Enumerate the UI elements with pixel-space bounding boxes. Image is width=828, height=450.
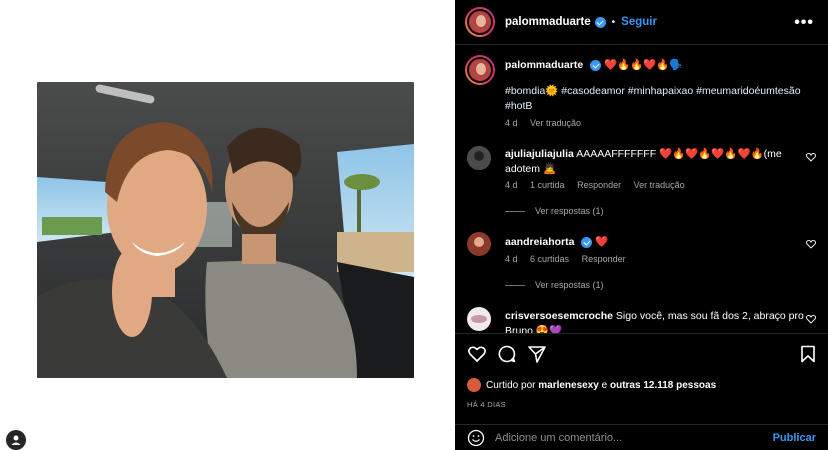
comment-body: Sigo você, mas sou fã dos 2, abraço pro xyxy=(615,310,804,322)
view-replies-link[interactable]: Ver respostas (1) xyxy=(505,206,604,216)
comment-likes[interactable]: 6 curtidas xyxy=(530,254,569,264)
caption-time: 4 d xyxy=(505,118,518,128)
comment-translate-link[interactable]: Ver tradução xyxy=(634,180,685,190)
comment-body: ❤️ xyxy=(595,236,609,248)
liked-by-avatar[interactable] xyxy=(467,378,481,392)
liked-user-link[interactable]: marlenesexy xyxy=(538,380,599,391)
post-header: palommaduarte • Seguir ••• xyxy=(455,0,828,45)
save-bookmark-icon[interactable] xyxy=(798,344,818,364)
verified-badge-icon xyxy=(594,16,606,28)
verified-badge-icon xyxy=(581,236,593,248)
caption-translate-link[interactable]: Ver tradução xyxy=(530,118,581,128)
comment-time: 4 d xyxy=(505,254,518,264)
view-replies-link[interactable]: Ver respostas (1) xyxy=(505,280,604,290)
share-send-icon[interactable] xyxy=(527,344,547,364)
comment-avatar[interactable] xyxy=(467,307,491,331)
liked-others-link[interactable]: outras 12.118 pessoas xyxy=(610,380,716,391)
comments-section[interactable]: palommaduarte ❤️🔥🔥❤️🔥🗣️ #bomdia🌞 #casode… xyxy=(455,46,828,333)
follow-button[interactable]: Seguir xyxy=(621,16,657,28)
comment-author[interactable]: aandreiahorta xyxy=(505,236,574,248)
header-separator: • xyxy=(611,16,616,28)
comment-text: crisversoesemcroche Sigo você, mas sou f… xyxy=(505,309,810,333)
caption-hashtags-line1[interactable]: #bomdia🌞 #casodeamor #minhapaixao #meuma… xyxy=(505,84,810,99)
comment-avatar[interactable] xyxy=(467,232,491,256)
comment-text: ajuliajuliajulia AAAAAFFFFFFF ❤️🔥❤️🔥❤️🔥❤… xyxy=(505,147,810,177)
add-comment-bar: Adicione um comentário... Publicar xyxy=(455,424,828,450)
user-profile-icon[interactable] xyxy=(6,430,26,450)
like-heart-icon[interactable] xyxy=(467,344,487,364)
post-photo[interactable] xyxy=(37,82,414,378)
comment-text: aandreiahorta ❤️ xyxy=(505,235,810,250)
liked-by: Curtido por marlenesexy e outras 12.118 … xyxy=(467,378,716,392)
comment-time: 4 d xyxy=(505,180,518,190)
comment-body-line2: Bruno 😍💜 xyxy=(505,325,563,333)
caption-meta: 4 d Ver tradução xyxy=(505,118,591,128)
liked-prefix: Curtido por xyxy=(486,379,536,391)
post-photo-illustration xyxy=(37,82,414,378)
author-avatar[interactable] xyxy=(465,7,495,37)
comment-avatar[interactable] xyxy=(467,146,491,170)
post-details-pane: palommaduarte • Seguir ••• palommaduarte… xyxy=(455,0,828,450)
emoji-smiley-icon[interactable] xyxy=(467,429,485,447)
comment-body: AAAAAFFFFFFF ❤️🔥❤️🔥❤️🔥❤️🔥(me xyxy=(576,148,782,160)
comment-input[interactable]: Adicione um comentário... xyxy=(495,432,622,444)
like-comment-heart-icon[interactable] xyxy=(806,314,816,324)
caption-text: palommaduarte ❤️🔥🔥❤️🔥🗣️ xyxy=(505,58,810,73)
caption-author[interactable]: palommaduarte xyxy=(505,59,583,71)
comment-meta: 4 d 6 curtidas Responder xyxy=(505,254,636,264)
comment-author[interactable]: crisversoesemcroche xyxy=(505,310,613,322)
comment-reply-link[interactable]: Responder xyxy=(577,180,621,190)
verified-badge-icon xyxy=(590,59,602,71)
publish-button[interactable]: Publicar xyxy=(773,432,816,444)
comment-body-line2: adotem 🙇 xyxy=(505,163,557,175)
like-comment-heart-icon[interactable] xyxy=(806,239,816,249)
comment-meta: 4 d 1 curtida Responder Ver tradução xyxy=(505,180,695,190)
like-comment-heart-icon[interactable] xyxy=(806,152,816,162)
caption-emojis: ❤️🔥🔥❤️🔥🗣️ xyxy=(604,59,683,71)
comment-author[interactable]: ajuliajuliajulia xyxy=(505,148,574,160)
liked-middle: e xyxy=(601,379,608,391)
caption-hashtags-line2[interactable]: #hotB xyxy=(505,99,810,114)
post-timestamp[interactable]: HÁ 4 DIAS xyxy=(467,400,506,409)
image-pane xyxy=(0,0,455,450)
comment-bubble-icon[interactable] xyxy=(497,344,517,364)
comment-reply-link[interactable]: Responder xyxy=(582,254,626,264)
caption-hashtags[interactable]: #bomdia🌞 #casodeamor #minhapaixao #meuma… xyxy=(505,84,810,114)
caption-author-avatar[interactable] xyxy=(465,55,495,85)
more-options-icon[interactable]: ••• xyxy=(794,14,814,32)
author-username[interactable]: palommaduarte xyxy=(505,16,591,28)
post-actions: Curtido por marlenesexy e outras 12.118 … xyxy=(455,333,828,450)
comment-likes[interactable]: 1 curtida xyxy=(530,180,565,190)
